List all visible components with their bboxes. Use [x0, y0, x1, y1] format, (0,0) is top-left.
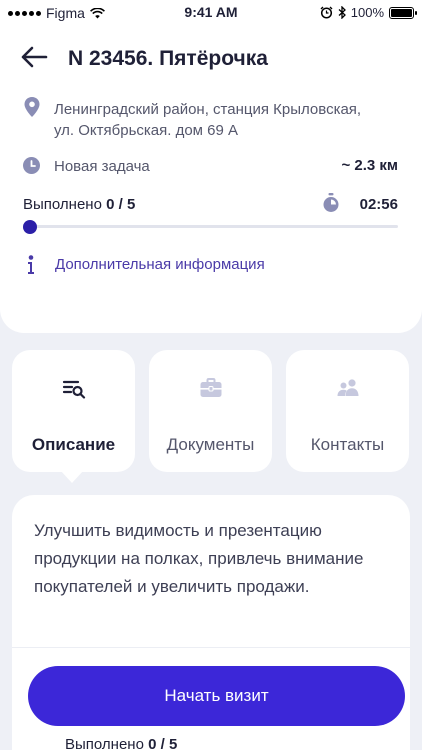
alarm-icon [320, 6, 333, 19]
more-info-link[interactable]: Дополнительная информация [55, 256, 265, 273]
back-arrow-icon[interactable] [20, 44, 50, 70]
battery-icon [389, 6, 417, 19]
progress-value: 0 / 5 [106, 196, 136, 213]
tab-label: Описание [31, 435, 116, 454]
progress-thumb [23, 220, 37, 234]
bottom-progress-label: Выполнено 0 / 5 [65, 736, 177, 750]
info-icon [28, 255, 34, 274]
task-distance: ~ 2.3 км [341, 157, 398, 174]
status-bar: Figma 9:41 AM 100% [0, 0, 422, 26]
people-icon [337, 379, 358, 396]
task-address: Ленинградский район, станция Крыловская,… [54, 99, 404, 141]
active-tab-pointer [60, 470, 84, 483]
progress-prefix: Выполнено [23, 196, 102, 213]
progress-value: 0 / 5 [148, 736, 178, 750]
bluetooth-icon [338, 6, 346, 19]
tab-contacts[interactable]: Контакты [286, 350, 409, 472]
clock-icon [23, 157, 40, 174]
status-right: 100% [320, 5, 417, 20]
tab-label: Документы [166, 435, 255, 454]
location-pin-icon [24, 97, 40, 117]
address-line: ул. Октябрьская. дом 69 А [54, 122, 239, 139]
tab-description[interactable]: Описание [12, 350, 135, 472]
address-line: Ленинградский район, станция Крыловская, [54, 101, 362, 118]
description-text: Улучшить видимость и презентацию продукц… [34, 521, 364, 596]
battery-percent: 100% [350, 5, 384, 20]
progress-label: Выполнено 0 / 5 [23, 196, 135, 213]
divider [12, 647, 410, 648]
briefcase-icon [200, 378, 221, 397]
progress-track [30, 225, 398, 228]
task-status: Новая задача [54, 158, 150, 175]
start-visit-button[interactable]: Начать визит [28, 666, 405, 726]
stopwatch-icon [323, 193, 339, 212]
list-search-icon [62, 380, 85, 399]
page-title: N 23456. Пятёрочка [68, 47, 268, 70]
tab-label: Контакты [310, 435, 385, 454]
task-timer: 02:56 [359, 196, 398, 213]
tab-documents[interactable]: Документы [149, 350, 272, 472]
progress-prefix: Выполнено [65, 736, 144, 750]
